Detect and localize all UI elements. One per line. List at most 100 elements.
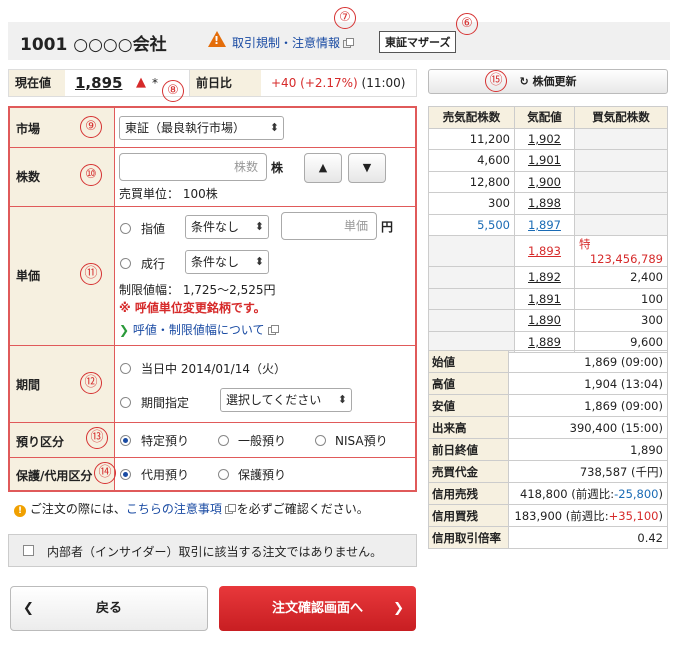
special-quote-tag: 特 xyxy=(579,237,591,251)
price-range: 制限値幅： 1,725～2,525円 xyxy=(119,283,276,297)
callout-10: ⑩ xyxy=(80,164,102,186)
info-key: 出来高 xyxy=(428,416,509,439)
insider-checkbox[interactable] xyxy=(23,545,34,556)
sell-quantity: 11,200 xyxy=(428,127,515,150)
info-value: 390,400 (15:00) xyxy=(569,420,663,435)
insider-confirm-row[interactable]: 内部者（インサイダー）取引に該当する注文ではありません。 xyxy=(8,534,417,567)
quote-price[interactable]: 1,890 xyxy=(514,309,575,332)
info-key: 売買代金 xyxy=(428,460,509,483)
buy-quantity xyxy=(574,149,668,172)
info-value: 0.42 xyxy=(637,530,663,545)
info-value: 1,890 xyxy=(630,442,663,457)
callout-11: ⑪ xyxy=(80,263,102,285)
quantity-up-button[interactable]: ▲ xyxy=(304,153,342,183)
sell-quantity xyxy=(428,235,515,267)
callout-13: ⑬ xyxy=(86,427,108,449)
nisa-account-radio[interactable] xyxy=(315,435,326,446)
regulation-link[interactable]: 取引規制・注意情報 xyxy=(232,34,355,51)
price-change: +40 (+2.17%) (11:00) xyxy=(271,70,405,96)
tick-info-link[interactable]: ❯ 呼値・制限値幅について xyxy=(119,321,279,338)
quote-price[interactable]: 1,901 xyxy=(514,149,575,172)
confirm-label: 注文確認画面へ xyxy=(271,601,363,616)
refresh-label: 株価更新 xyxy=(532,75,577,88)
general-account-label: 一般預り xyxy=(238,434,287,448)
custody-row: 保護/代用区分 代用預り 保護預り xyxy=(10,458,415,490)
protection-radio[interactable] xyxy=(218,469,229,480)
market-select[interactable]: 東証（最良執行市場） xyxy=(119,116,284,140)
order-book-row: 1,890 300 xyxy=(428,309,668,332)
external-link-icon xyxy=(224,503,236,514)
info-value-cell: 0.42 xyxy=(508,526,668,549)
callout-8: ⑧ xyxy=(162,80,184,102)
info-value-cell: 738,587 (千円) xyxy=(508,460,668,483)
back-label: 戻る xyxy=(95,601,122,616)
specific-account-radio[interactable] xyxy=(120,435,131,446)
info-row: 信用買残 183,900 (前週比:+35,100) xyxy=(428,504,668,527)
quote-price[interactable]: 1,902 xyxy=(514,127,575,150)
order-confirm-button[interactable]: 注文確認画面へ ❯ xyxy=(219,586,416,631)
price-row-form: 単価 指値 条件なし 単価 円 成行 条件なし 制限値幅： 1,725～2,52… xyxy=(10,207,415,346)
period-specify-radio[interactable] xyxy=(120,397,131,408)
refresh-icon: ↻ xyxy=(519,75,529,88)
yen-unit: 円 xyxy=(381,220,394,234)
price-input[interactable]: 単価 xyxy=(281,212,377,240)
quote-price[interactable]: 1,892 xyxy=(514,266,575,289)
substitute-label: 代用預り xyxy=(141,468,190,482)
quote-price[interactable]: 1,900 xyxy=(514,170,575,193)
period-select[interactable]: 選択してください xyxy=(220,388,352,412)
quote-price[interactable]: 1,893 xyxy=(514,235,575,267)
account-row: 預り区分 特定預り 一般預り NISA預り xyxy=(10,423,415,458)
chevron-right-icon: ❯ xyxy=(393,601,404,616)
quote-price[interactable]: 1,891 xyxy=(514,287,575,310)
buy-quantity: 300 xyxy=(574,309,668,332)
order-book-row: 1,893 特 123,456,789 xyxy=(428,235,668,267)
info-diff: -25,800 xyxy=(614,486,659,501)
quantity-down-button[interactable]: ▼ xyxy=(348,153,386,183)
buy-quantity: 特 123,456,789 xyxy=(574,235,668,267)
quote-price[interactable]: 1,897 xyxy=(514,213,575,236)
limit-order-radio[interactable] xyxy=(120,223,131,234)
info-key: 信用買残 xyxy=(428,504,509,527)
back-button[interactable]: ❮ 戻る xyxy=(10,586,208,631)
info-diff-close: ) xyxy=(658,486,664,501)
info-key: 信用売残 xyxy=(428,482,509,505)
sell-quantity: 300 xyxy=(428,192,515,215)
info-value-cell: 1,869 (09:00) xyxy=(508,394,668,417)
buy-quantity-value: 300 xyxy=(641,313,663,328)
nisa-account-label: NISA預り xyxy=(335,434,388,448)
general-account-radio[interactable] xyxy=(218,435,229,446)
order-notice: ! ご注文の際には、こちらの注意事項 を必ずご確認ください。 xyxy=(14,500,369,517)
market-order-radio[interactable] xyxy=(120,258,131,269)
quantity-row: 株数 株数 株 ▲ ▼ 売買単位： 100株 xyxy=(10,148,415,207)
info-row: 出来高 390,400 (15:00) xyxy=(428,416,668,439)
price-label: 単価 xyxy=(16,269,41,283)
quote-price[interactable]: 1,898 xyxy=(514,192,575,215)
notice-link[interactable]: こちらの注意事項 xyxy=(126,502,222,516)
today-radio[interactable] xyxy=(120,363,131,374)
quantity-input[interactable]: 株数 xyxy=(119,153,267,181)
info-diff: +35,100 xyxy=(608,508,659,523)
market-condition-select[interactable]: 条件なし xyxy=(185,250,269,274)
sell-quantity xyxy=(428,309,515,332)
substitute-radio[interactable] xyxy=(120,469,131,480)
change-time: (11:00) xyxy=(361,76,406,90)
period-specify-label: 期間指定 xyxy=(141,396,190,410)
tick-info-link-text[interactable]: 呼値・制限値幅について xyxy=(133,323,265,337)
notice-pre: ご注文の際には、 xyxy=(29,502,126,516)
notice-post: を必ずご確認ください。 xyxy=(236,502,369,516)
account-label: 預り区分 xyxy=(16,435,65,449)
quantity-label: 株数 xyxy=(16,170,41,184)
board-header-buy: 買気配株数 xyxy=(574,106,668,129)
change-value: +40 xyxy=(271,76,297,90)
info-row: 信用売残 418,800 (前週比:-25,800) xyxy=(428,482,668,505)
info-value: 183,900 (前週比: xyxy=(514,508,609,523)
regulation-link-text[interactable]: 取引規制・注意情報 xyxy=(232,36,340,50)
refresh-price-button[interactable]: ↻ 株価更新 xyxy=(428,69,668,94)
limit-condition-select[interactable]: 条件なし xyxy=(185,215,269,239)
info-row: 売買代金 738,587 (千円) xyxy=(428,460,668,483)
info-key: 高値 xyxy=(428,372,509,395)
info-key: 始値 xyxy=(428,350,509,373)
price-asterisk: * xyxy=(152,76,158,90)
order-book: 売気配株数 気配値 買気配株数 11,200 1,902 4,600 1,901 12,… xyxy=(428,106,668,353)
info-value: 1,869 (09:00) xyxy=(584,398,663,413)
